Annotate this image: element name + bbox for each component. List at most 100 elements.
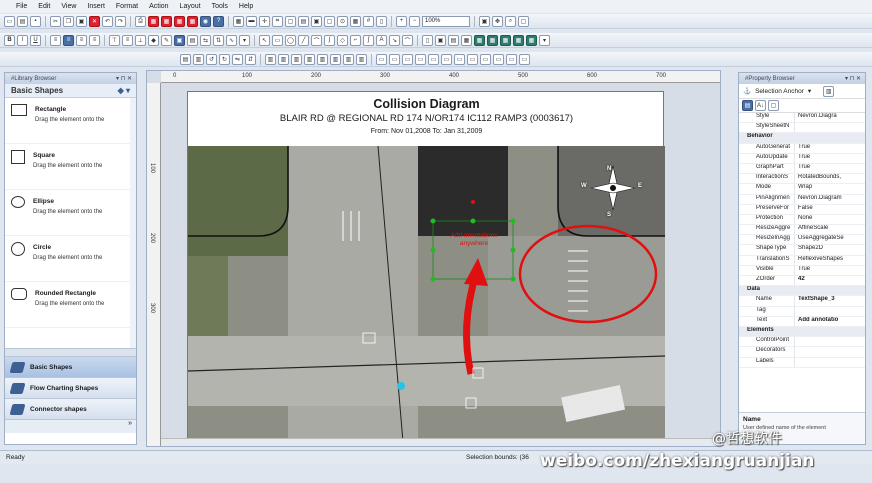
- property-value[interactable]: UseAggregateSe: [794, 235, 865, 245]
- rectangle-tool-icon[interactable]: ▭: [272, 34, 283, 46]
- property-category[interactable]: Data: [739, 286, 865, 297]
- layout-icon[interactable]: ▤: [298, 15, 309, 27]
- size-a-icon[interactable]: ▭: [376, 53, 387, 65]
- export-icon[interactable]: ▦: [148, 15, 159, 27]
- size-f-icon[interactable]: ▭: [441, 53, 452, 65]
- alphabetical-icon[interactable]: A↓: [755, 100, 766, 111]
- library-category-connector-shapes[interactable]: Connector shapes: [5, 398, 136, 419]
- paste-icon[interactable]: ▣: [76, 15, 87, 27]
- property-row[interactable]: Decorators: [739, 347, 865, 358]
- guides-icon[interactable]: ⌗: [272, 15, 283, 27]
- shape-icon[interactable]: ▯: [422, 34, 433, 46]
- property-value[interactable]: None: [794, 214, 865, 225]
- open-icon[interactable]: ▤: [17, 15, 28, 27]
- pan-icon[interactable]: ✥: [492, 15, 503, 27]
- property-row[interactable]: PinAlignmen Nevron.Diagram: [739, 194, 865, 205]
- zoom-window-icon[interactable]: ⌕: [505, 15, 516, 27]
- property-row[interactable]: Name TextShape_3: [739, 296, 865, 307]
- property-value[interactable]: True: [794, 265, 865, 275]
- property-row[interactable]: StyleSheetN: [739, 123, 865, 134]
- property-row[interactable]: Labels: [739, 357, 865, 368]
- property-value[interactable]: True: [794, 163, 865, 174]
- property-value[interactable]: AffineScale: [794, 225, 865, 235]
- align-h-icon[interactable]: ▥: [356, 53, 367, 65]
- property-row[interactable]: Style Nevron.Diagra: [739, 113, 865, 124]
- panel-controls-icon[interactable]: ▾ ⊓ ✕: [116, 75, 132, 82]
- align-a-icon[interactable]: ▥: [265, 53, 276, 65]
- menu-item-edit[interactable]: Edit: [38, 3, 50, 10]
- line-tool-icon[interactable]: ╱: [298, 34, 309, 46]
- align-right-icon[interactable]: ≡: [76, 34, 87, 46]
- property-value[interactable]: ReflexiveShapes: [794, 255, 865, 265]
- more-icon[interactable]: ▾: [539, 34, 550, 46]
- property-row[interactable]: TranslationS ReflexiveShapes: [739, 255, 865, 266]
- align-e-icon[interactable]: ▥: [317, 53, 328, 65]
- property-row[interactable]: ShapeType Shape2D: [739, 245, 865, 256]
- size-b-icon[interactable]: ▭: [389, 53, 400, 65]
- arrange-icon[interactable]: ⇆: [200, 34, 211, 46]
- property-value[interactable]: Nevron.Diagram: [794, 194, 865, 204]
- align-g-icon[interactable]: ▥: [343, 53, 354, 65]
- new-icon[interactable]: ▭: [4, 15, 15, 27]
- property-value[interactable]: 42: [794, 276, 865, 286]
- splitter-handle[interactable]: [5, 348, 136, 356]
- library-shape-item[interactable]: Rectangle Drag the element onto the: [5, 98, 130, 144]
- align-left-icon[interactable]: ≡: [50, 34, 61, 46]
- grid-icon[interactable]: ▦: [233, 15, 244, 27]
- menu-item-format[interactable]: Format: [116, 3, 138, 10]
- valign-bottom-icon[interactable]: ⊥: [135, 34, 146, 46]
- size-d-icon[interactable]: ▭: [415, 53, 426, 65]
- property-row[interactable]: Text Add annotatio: [739, 316, 865, 327]
- diagram-title[interactable]: Collision Diagram: [188, 97, 665, 111]
- menu-item-tools[interactable]: Tools: [212, 3, 228, 10]
- size-h-icon[interactable]: ▭: [467, 53, 478, 65]
- curve-tool-icon[interactable]: ∫: [324, 34, 335, 46]
- library-shape-item[interactable]: Rounded Rectangle Drag the element onto t…: [5, 282, 130, 328]
- property-value[interactable]: Wrap: [794, 184, 865, 194]
- property-value[interactable]: [794, 347, 865, 357]
- size-i-icon[interactable]: ▭: [480, 53, 491, 65]
- wave-icon[interactable]: ∿: [226, 34, 237, 46]
- zoom-out-icon[interactable]: −: [409, 15, 420, 27]
- help-icon[interactable]: ?: [213, 15, 224, 27]
- size-g-icon[interactable]: ▭: [454, 53, 465, 65]
- connector-tool-icon[interactable]: ↘: [389, 34, 400, 46]
- property-row[interactable]: Visible True: [739, 265, 865, 276]
- property-row[interactable]: Protection None: [739, 214, 865, 226]
- property-value[interactable]: [794, 123, 865, 133]
- property-row[interactable]: AutoUpdate True: [739, 153, 865, 164]
- property-value[interactable]: Shape2D: [794, 245, 865, 255]
- delete-icon[interactable]: ✕: [89, 15, 100, 27]
- property-row[interactable]: ZOrder 42: [739, 276, 865, 287]
- align-shapes-right-icon[interactable]: ▦: [500, 34, 511, 46]
- property-row[interactable]: ResizeInAgg UseAggregateSe: [739, 235, 865, 246]
- property-row[interactable]: PreserveFor False: [739, 204, 865, 215]
- align-center-icon[interactable]: ≡: [63, 34, 74, 46]
- property-value[interactable]: [794, 357, 865, 367]
- hash-icon[interactable]: #: [363, 15, 374, 27]
- library-shape-item[interactable]: Square Drag the element onto the: [5, 144, 130, 190]
- rotate-left-icon[interactable]: ↺: [206, 53, 217, 65]
- panel-controls-icon[interactable]: ▾ ⊓ ✕: [845, 75, 861, 82]
- menu-item-file[interactable]: File: [16, 3, 27, 10]
- property-category[interactable]: Elements: [739, 326, 865, 338]
- table-icon[interactable]: ▦: [350, 15, 361, 27]
- horizontal-scrollbar[interactable]: [161, 438, 720, 446]
- align-d-icon[interactable]: ▥: [304, 53, 315, 65]
- style-icon[interactable]: ▤: [187, 34, 198, 46]
- align-f-icon[interactable]: ▥: [330, 53, 341, 65]
- size-l-icon[interactable]: ▭: [519, 53, 530, 65]
- route-tool-icon[interactable]: ⌒: [402, 34, 413, 46]
- property-value[interactable]: False: [794, 204, 865, 214]
- menu-item-layout[interactable]: Layout: [180, 3, 201, 10]
- export-pdf-icon[interactable]: ▦: [161, 15, 172, 27]
- library-category-flow-charting-shapes[interactable]: Flow Charting Shapes: [5, 377, 136, 398]
- align-shapes-top-icon[interactable]: ▦: [513, 34, 524, 46]
- size-e-icon[interactable]: ▭: [428, 53, 439, 65]
- property-value[interactable]: [794, 306, 865, 316]
- cut-icon[interactable]: ✂: [50, 15, 61, 27]
- valign-middle-icon[interactable]: ≡: [122, 34, 133, 46]
- group-icon[interactable]: ▣: [311, 15, 322, 27]
- property-row[interactable]: GraphPart True: [739, 163, 865, 175]
- ruler-icon[interactable]: ▬: [246, 15, 257, 27]
